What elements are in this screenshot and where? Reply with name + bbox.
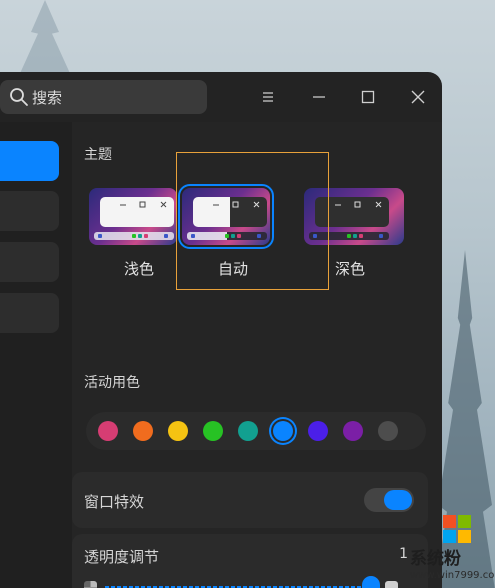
accent-section-label: 活动用色: [84, 375, 140, 391]
transparency-high-icon: [385, 581, 398, 588]
theme-dark-card[interactable]: [304, 188, 404, 245]
accent-color-swatch[interactable]: [133, 421, 153, 441]
title-bar: 搜索: [0, 72, 442, 122]
window-effects-row: 窗口特效: [72, 472, 428, 528]
sidebar: [0, 122, 72, 588]
sidebar-item-active[interactable]: [0, 141, 59, 181]
minimize-button[interactable]: [307, 85, 331, 109]
theme-light-card[interactable]: [89, 188, 177, 245]
watermark-windows-logo-icon: [443, 515, 471, 543]
watermark-title: 系统粉: [410, 549, 461, 569]
theme-dark-label: 深色: [335, 260, 366, 278]
window-controls-preview-icon: [213, 201, 260, 208]
search-input[interactable]: 搜索: [0, 80, 207, 114]
settings-content: 主题 浅色 自动 深色 活动用色 窗口特效 透明度调节 1: [72, 122, 442, 588]
close-button[interactable]: [406, 85, 430, 109]
accent-color-swatch[interactable]: [273, 421, 293, 441]
maximize-icon: [361, 90, 375, 104]
menu-icon: [263, 92, 273, 102]
theme-auto-label: 自动: [218, 260, 249, 278]
sidebar-item[interactable]: [0, 242, 59, 282]
theme-auto-card[interactable]: [178, 184, 274, 249]
theme-light-label: 浅色: [124, 260, 155, 278]
menu-button[interactable]: [256, 85, 280, 109]
wallpaper-tree: [17, 0, 73, 80]
dialog-preview: [193, 197, 267, 227]
window-effects-toggle[interactable]: [364, 488, 414, 512]
accent-color-swatch[interactable]: [98, 421, 118, 441]
sidebar-item[interactable]: [0, 191, 59, 231]
window-controls-preview-icon: [335, 201, 382, 208]
transparency-value: 1: [399, 546, 408, 562]
transparency-low-icon: [84, 581, 97, 588]
theme-section-label: 主题: [84, 147, 112, 163]
toggle-knob: [384, 490, 412, 510]
accent-color-swatch[interactable]: [203, 421, 223, 441]
settings-window: 搜索 主题 浅色 自动 深色 活动用色 窗口特效 透明度调节 1: [0, 72, 442, 588]
minimize-icon: [313, 96, 325, 98]
accent-color-palette: [86, 412, 426, 450]
watermark-url: www.win7999.com: [410, 570, 495, 581]
transparency-slider-thumb[interactable]: [362, 576, 380, 588]
accent-color-swatch[interactable]: [168, 421, 188, 441]
sidebar-item[interactable]: [0, 293, 59, 333]
accent-color-swatch[interactable]: [378, 421, 398, 441]
transparency-label: 透明度调节: [84, 548, 160, 566]
accent-color-swatch[interactable]: [308, 421, 328, 441]
window-effects-label: 窗口特效: [84, 493, 145, 511]
search-icon: [10, 88, 28, 106]
transparency-row: 透明度调节 1: [72, 534, 428, 588]
dialog-preview: [100, 197, 174, 227]
accent-color-swatch[interactable]: [343, 421, 363, 441]
dialog-preview: [315, 197, 389, 227]
search-placeholder: 搜索: [32, 88, 63, 107]
accent-color-swatch[interactable]: [238, 421, 258, 441]
maximize-button[interactable]: [356, 85, 380, 109]
close-icon: [411, 90, 425, 104]
window-controls-preview-icon: [120, 201, 167, 208]
